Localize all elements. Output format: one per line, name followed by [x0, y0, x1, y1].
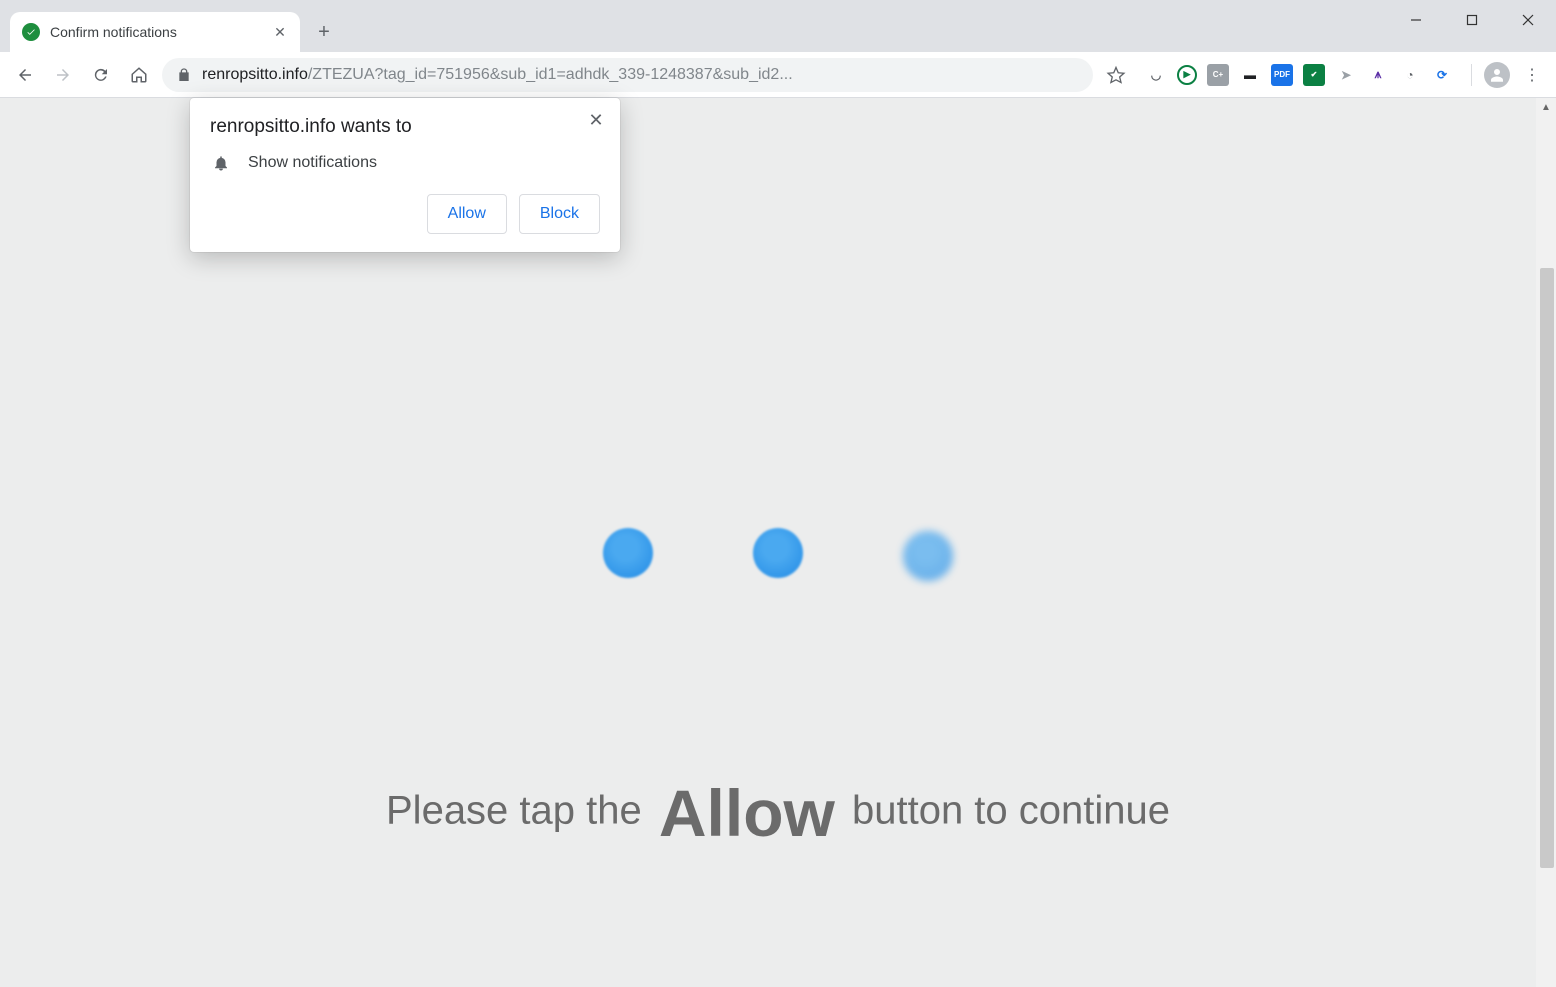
tab-title: Confirm notifications	[50, 24, 262, 40]
popup-close-button[interactable]: ✕	[584, 108, 608, 132]
screen-icon[interactable]: ▬	[1239, 64, 1261, 86]
url-text: renropsitto.info/ZTEZUA?tag_id=751956&su…	[202, 66, 1079, 84]
popup-title: renropsitto.info wants to	[210, 116, 600, 138]
bell-icon	[212, 154, 230, 172]
scrollbar-thumb[interactable]	[1540, 268, 1554, 868]
allow-button[interactable]: Allow	[427, 194, 507, 234]
loading-dots	[603, 528, 953, 578]
graph-icon[interactable]: ⩚	[1367, 64, 1389, 86]
bookmark-star-button[interactable]	[1101, 60, 1131, 90]
checkmark-icon	[22, 23, 40, 41]
url-host: renropsitto.info	[202, 66, 308, 83]
page-headline: Please tap the Allow button to continue	[386, 775, 1170, 851]
url-path: /ZTEZUA?tag_id=751956&sub_id1=adhdk_339-…	[308, 66, 793, 83]
refresh-icon[interactable]: ⟳	[1431, 64, 1453, 86]
reload-button[interactable]	[86, 60, 116, 90]
vertical-scrollbar[interactable]: ▲	[1536, 98, 1556, 987]
notification-permission-popup: ✕ renropsitto.info wants to Show notific…	[190, 98, 620, 252]
headline-post: button to continue	[841, 789, 1170, 833]
lock-icon	[176, 67, 192, 83]
headline-pre: Please tap the	[386, 789, 653, 833]
profile-button[interactable]	[1484, 62, 1510, 88]
scroll-up-arrow-icon[interactable]: ▲	[1539, 100, 1553, 114]
send-icon[interactable]: ➤	[1335, 64, 1357, 86]
kebab-menu-button[interactable]: ⋮	[1518, 61, 1546, 89]
back-button[interactable]	[10, 60, 40, 90]
c-plus-icon[interactable]: C+	[1207, 64, 1229, 86]
headline-strong: Allow	[653, 776, 841, 850]
pdf-icon[interactable]: PDF	[1271, 64, 1293, 86]
popup-actions: Allow Block	[210, 194, 600, 234]
window-close-button[interactable]	[1500, 0, 1556, 40]
close-tab-button[interactable]: ✕	[272, 24, 288, 40]
forward-button[interactable]	[48, 60, 78, 90]
gauge-icon[interactable]: ◔	[1399, 64, 1421, 86]
browser-toolbar: renropsitto.info/ZTEZUA?tag_id=751956&su…	[0, 52, 1556, 98]
popup-permission-row: Show notifications	[210, 154, 600, 172]
block-button[interactable]: Block	[519, 194, 600, 234]
window-titlebar: Confirm notifications ✕ +	[0, 0, 1556, 52]
home-button[interactable]	[124, 60, 154, 90]
toolbar-separator	[1471, 64, 1472, 86]
loading-dot	[603, 528, 653, 578]
play-icon[interactable]: ▶	[1177, 65, 1197, 85]
shield-icon[interactable]: ✔	[1303, 64, 1325, 86]
loading-dot	[903, 531, 953, 581]
window-controls	[1388, 0, 1556, 40]
address-bar[interactable]: renropsitto.info/ZTEZUA?tag_id=751956&su…	[162, 58, 1093, 92]
popup-permission-label: Show notifications	[248, 154, 377, 172]
new-tab-button[interactable]: +	[308, 16, 340, 48]
arc-icon[interactable]: ◡	[1145, 64, 1167, 86]
extensions-row: ◡ ▶ C+ ▬ PDF ✔ ➤ ⩚ ◔ ⟳	[1139, 64, 1459, 86]
browser-tab[interactable]: Confirm notifications ✕	[10, 12, 300, 52]
window-maximize-button[interactable]	[1444, 0, 1500, 40]
loading-dot	[753, 528, 803, 578]
window-minimize-button[interactable]	[1388, 0, 1444, 40]
